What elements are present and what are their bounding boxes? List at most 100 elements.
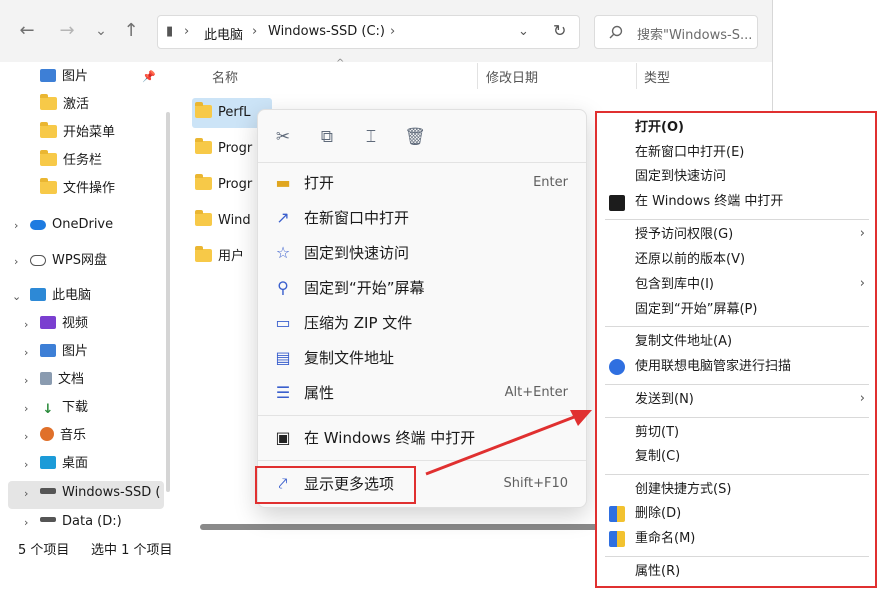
sidebar-item-wps[interactable]: WPS网盘 bbox=[30, 248, 107, 274]
sidebar-item-downloads[interactable]: ↓ 下载 bbox=[40, 395, 88, 421]
column-header-date[interactable]: 修改日期 bbox=[486, 67, 538, 86]
chevron-right-icon[interactable]: › bbox=[24, 430, 28, 443]
sidebar-item-label: OneDrive bbox=[52, 217, 114, 232]
up-button[interactable]: ↑ bbox=[118, 20, 144, 41]
sidebar-item-label: 桌面 bbox=[62, 456, 89, 471]
delete-icon[interactable]: 🗑 bbox=[402, 124, 428, 150]
sidebar-item-music[interactable]: 音乐 bbox=[40, 423, 86, 449]
chevron-down-icon[interactable]: ⌄ bbox=[12, 290, 21, 303]
sidebar-item-taskbar[interactable]: 任务栏 bbox=[40, 148, 102, 174]
file-row[interactable]: Progr bbox=[195, 135, 252, 163]
address-bar[interactable]: ▮ › 此电脑 › Windows-SSD (C:) › ⌄ ↻ bbox=[157, 15, 580, 49]
classic-item-copy-path[interactable]: 复制文件地址(A) bbox=[635, 330, 732, 354]
breadcrumb-drive[interactable]: Windows-SSD (C:) bbox=[268, 24, 385, 39]
sidebar-item-label: 开始菜单 bbox=[63, 125, 116, 140]
copy-icon[interactable]: ⧉ bbox=[314, 124, 340, 150]
menu-item-pin-start[interactable]: ⚲ 固定到“开始”屏幕 bbox=[272, 272, 572, 304]
chevron-right-icon: › bbox=[859, 226, 865, 241]
classic-item-grant-access[interactable]: 授予访问权限(G) bbox=[635, 223, 733, 247]
refresh-button[interactable]: ↻ bbox=[553, 21, 566, 40]
classic-item-properties[interactable]: 属性(R) bbox=[635, 560, 680, 584]
chevron-right-icon[interactable]: › bbox=[24, 402, 28, 415]
file-name: Wind bbox=[218, 213, 251, 228]
sidebar-item-data-drive[interactable]: Data (D:) bbox=[40, 509, 122, 535]
column-header-name[interactable]: 名称 bbox=[212, 67, 238, 86]
pictures-icon bbox=[40, 344, 56, 357]
classic-item-open-terminal[interactable]: 在 Windows 终端 中打开 bbox=[635, 190, 783, 214]
column-divider[interactable] bbox=[477, 63, 478, 89]
rename-icon[interactable]: ⌶ bbox=[358, 124, 384, 150]
folder-icon bbox=[40, 150, 57, 166]
chevron-right-icon[interactable]: › bbox=[24, 458, 28, 471]
menu-item-copy-path[interactable]: ▤ 复制文件地址 bbox=[272, 342, 572, 374]
terminal-icon bbox=[609, 195, 625, 211]
folder-icon bbox=[195, 174, 212, 190]
sidebar-item-pictures-quick[interactable]: 图片 bbox=[40, 64, 88, 90]
classic-item-restore-versions[interactable]: 还原以前的版本(V) bbox=[635, 248, 745, 272]
chevron-right-icon[interactable]: › bbox=[14, 255, 18, 268]
chevron-right-icon[interactable]: › bbox=[24, 318, 28, 331]
classic-item-pin-start[interactable]: 固定到“开始”屏幕(P) bbox=[635, 298, 757, 322]
sidebar-item-this-pc[interactable]: 此电脑 bbox=[30, 283, 91, 309]
menu-item-open-new-window[interactable]: ↗ 在新窗口中打开 bbox=[272, 202, 572, 234]
forward-button[interactable]: → bbox=[54, 20, 80, 41]
file-row[interactable]: PerfL bbox=[195, 99, 251, 127]
chevron-right-icon[interactable]: › bbox=[24, 487, 28, 500]
column-header-type[interactable]: 类型 bbox=[644, 67, 670, 86]
breadcrumb-this-pc[interactable]: 此电脑 bbox=[204, 24, 243, 43]
chevron-right-icon[interactable]: › bbox=[14, 219, 18, 232]
classic-item-open[interactable]: 打开(O) bbox=[635, 116, 684, 140]
sidebar-item-documents[interactable]: 文档 bbox=[40, 367, 84, 393]
search-box[interactable]: 搜索"Windows-S... bbox=[594, 15, 758, 49]
file-row[interactable]: Wind bbox=[195, 207, 251, 235]
classic-item-pin-quick-access[interactable]: 固定到快速访问 bbox=[635, 165, 726, 189]
sidebar-item-label: 图片 bbox=[62, 344, 89, 359]
classic-item-copy[interactable]: 复制(C) bbox=[635, 445, 680, 469]
classic-item-rename[interactable]: 重命名(M) bbox=[635, 527, 695, 551]
navigation-scrollbar[interactable] bbox=[166, 112, 170, 492]
address-dropdown-button[interactable]: ⌄ bbox=[518, 24, 529, 39]
menu-item-label: 属性 bbox=[304, 384, 335, 402]
back-button[interactable]: ← bbox=[14, 20, 40, 41]
classic-item-open-new-window[interactable]: 在新窗口中打开(E) bbox=[635, 141, 744, 165]
classic-item-send-to[interactable]: 发送到(N) bbox=[635, 388, 694, 412]
sidebar-item-label: 下载 bbox=[62, 400, 89, 415]
shield-icon bbox=[609, 531, 625, 547]
classic-item-delete[interactable]: 删除(D) bbox=[635, 502, 681, 526]
classic-item-include-library[interactable]: 包含到库中(I) bbox=[635, 273, 714, 297]
sidebar-item-label: 任务栏 bbox=[63, 153, 103, 168]
sidebar-item-label: 激活 bbox=[63, 97, 90, 112]
chevron-right-icon[interactable]: › bbox=[24, 374, 28, 387]
column-divider[interactable] bbox=[636, 63, 637, 89]
chevron-right-icon[interactable]: › bbox=[24, 516, 28, 529]
sidebar-item-activate[interactable]: 激活 bbox=[40, 92, 89, 118]
file-row[interactable]: 用户 bbox=[195, 243, 244, 271]
sidebar-item-onedrive[interactable]: OneDrive bbox=[30, 212, 113, 238]
menu-item-pin-quick-access[interactable]: ☆ 固定到快速访问 bbox=[272, 237, 572, 269]
classic-item-lenovo-scan[interactable]: 使用联想电脑管家进行扫描 bbox=[635, 355, 791, 379]
folder-icon bbox=[40, 122, 57, 138]
sidebar-item-videos[interactable]: 视频 bbox=[40, 311, 88, 337]
cloud-outline-icon bbox=[30, 255, 46, 266]
drive-icon bbox=[40, 517, 56, 522]
menu-item-compress-zip[interactable]: ▭ 压缩为 ZIP 文件 bbox=[272, 307, 572, 339]
classic-item-create-shortcut[interactable]: 创建快捷方式(S) bbox=[635, 478, 731, 502]
sidebar-item-pictures[interactable]: 图片 bbox=[40, 339, 88, 365]
sidebar-item-file-ops[interactable]: 文件操作 bbox=[40, 176, 115, 202]
menu-item-label: 压缩为 ZIP 文件 bbox=[304, 314, 413, 332]
sidebar-item-desktop[interactable]: 桌面 bbox=[40, 451, 88, 477]
sidebar-item-start-menu[interactable]: 开始菜单 bbox=[40, 120, 115, 146]
cut-icon[interactable]: ✂ bbox=[270, 124, 296, 150]
folder-icon bbox=[40, 178, 57, 194]
sidebar-item-windows-ssd[interactable]: Windows-SSD ( bbox=[40, 480, 160, 506]
menu-divider bbox=[605, 417, 869, 418]
classic-item-cut[interactable]: 剪切(T) bbox=[635, 421, 679, 445]
breadcrumb-separator: › bbox=[390, 24, 396, 39]
menu-item-label: 固定到“开始”屏幕 bbox=[304, 279, 425, 297]
menu-item-open[interactable]: ▬ 打开 Enter bbox=[272, 167, 572, 199]
recent-dropdown-button[interactable]: ⌄ bbox=[88, 23, 114, 39]
file-row[interactable]: Progr bbox=[195, 171, 252, 199]
sort-ascending-icon: ^ bbox=[336, 58, 345, 69]
menu-item-label: 固定到快速访问 bbox=[304, 244, 410, 262]
chevron-right-icon[interactable]: › bbox=[24, 346, 28, 359]
